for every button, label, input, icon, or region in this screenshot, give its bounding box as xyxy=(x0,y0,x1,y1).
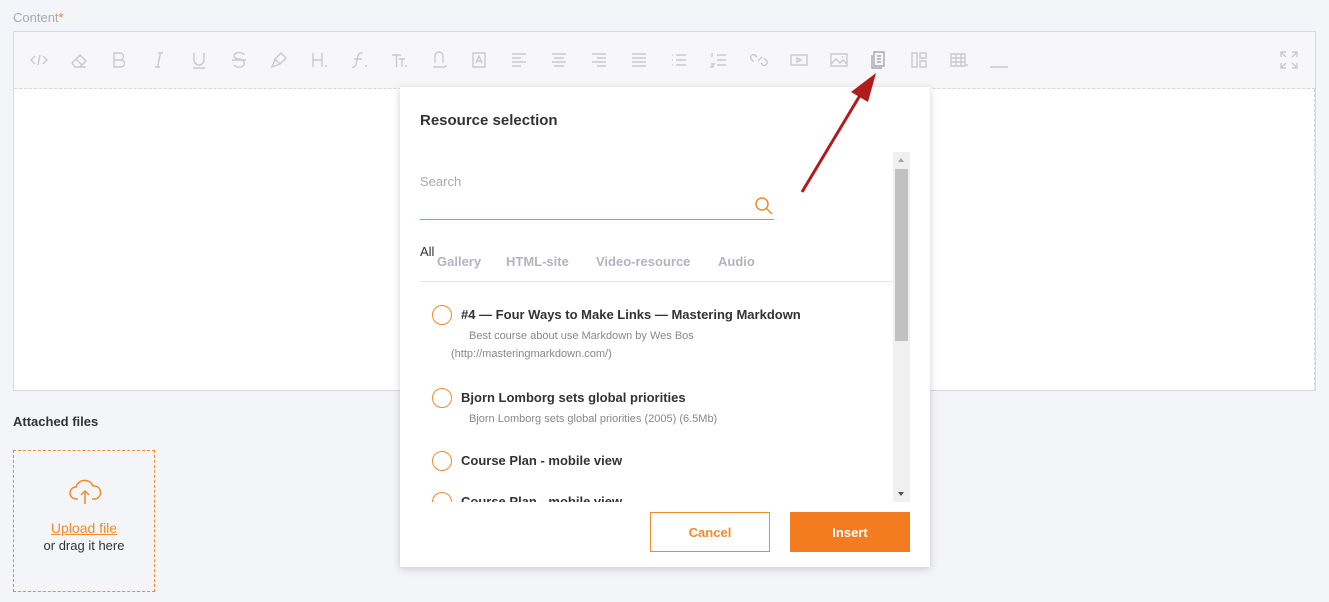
scrollbar[interactable] xyxy=(893,152,910,502)
file-dropzone[interactable]: Upload file or drag it here xyxy=(13,450,155,592)
tab-gallery[interactable]: Gallery xyxy=(437,254,481,269)
numbered-list-icon[interactable] xyxy=(709,50,729,70)
video-icon[interactable] xyxy=(789,50,809,70)
underline-icon[interactable] xyxy=(189,50,209,70)
code-view-icon[interactable] xyxy=(29,50,49,70)
font-size-icon[interactable] xyxy=(389,50,409,70)
resource-url: (http://masteringmarkdown.com/) xyxy=(451,348,612,360)
drag-hint-text: or drag it here xyxy=(43,538,125,553)
eraser-icon[interactable] xyxy=(69,50,89,70)
search-icon[interactable] xyxy=(754,196,774,216)
insert-button[interactable]: Insert xyxy=(790,512,910,552)
content-label-text: Content xyxy=(13,10,59,25)
cancel-button[interactable]: Cancel xyxy=(650,512,770,552)
italic-icon[interactable] xyxy=(149,50,169,70)
scroll-up-icon[interactable] xyxy=(893,152,910,167)
resource-description: Bjorn Lomborg sets global priorities (20… xyxy=(469,413,718,425)
radio-button[interactable] xyxy=(432,388,452,408)
align-right-icon[interactable] xyxy=(589,50,609,70)
table-icon[interactable] xyxy=(949,50,969,70)
align-left-icon[interactable] xyxy=(509,50,529,70)
cloud-upload-icon xyxy=(68,477,102,507)
resource-list-scroll-area[interactable]: Search All Gallery HTML-site Video-resou… xyxy=(400,152,910,502)
attached-files-title: Attached files xyxy=(13,414,99,429)
bullet-list-icon[interactable] xyxy=(669,50,689,70)
text-color-icon[interactable] xyxy=(429,50,449,70)
resource-title: Course Plan - mobile view xyxy=(461,453,623,468)
upload-file-link[interactable]: Upload file xyxy=(14,520,154,536)
search-input[interactable] xyxy=(420,192,774,220)
radio-button[interactable] xyxy=(432,451,452,471)
resource-icon[interactable] xyxy=(869,50,889,70)
horizontal-rule-icon[interactable] xyxy=(989,50,1009,70)
bold-icon[interactable] xyxy=(109,50,129,70)
background-color-icon[interactable] xyxy=(469,50,489,70)
resource-description: Best course about use Markdown by Wes Bo… xyxy=(469,330,694,342)
radio-button[interactable] xyxy=(432,305,452,325)
scroll-down-icon[interactable] xyxy=(893,487,910,502)
link-icon[interactable] xyxy=(749,50,769,70)
resource-type-tabs: All Gallery HTML-site Video-resource Aud… xyxy=(420,240,893,282)
image-icon[interactable] xyxy=(829,50,849,70)
tab-html-site[interactable]: HTML-site xyxy=(506,254,569,269)
dialog-title: Resource selection xyxy=(420,112,558,129)
resource-title: #4 — Four Ways to Make Links — Mastering… xyxy=(461,307,801,322)
strikethrough-icon[interactable] xyxy=(229,50,249,70)
tab-video-resource[interactable]: Video-resource xyxy=(596,254,690,269)
resource-title: Course Plan - mobile view xyxy=(461,494,623,502)
content-label: Content* xyxy=(13,10,64,25)
editor-toolbar xyxy=(14,32,1315,89)
required-mark: * xyxy=(58,10,64,25)
align-center-icon[interactable] xyxy=(549,50,569,70)
paint-brush-icon[interactable] xyxy=(269,50,289,70)
template-icon[interactable] xyxy=(909,50,929,70)
tab-audio[interactable]: Audio xyxy=(718,254,755,269)
resource-title: Bjorn Lomborg sets global priorities xyxy=(461,390,686,405)
heading-icon[interactable] xyxy=(309,50,329,70)
fullscreen-icon[interactable] xyxy=(1279,50,1299,70)
justify-icon[interactable] xyxy=(629,50,649,70)
annotation-arrow-icon xyxy=(800,73,876,193)
font-family-icon[interactable] xyxy=(349,50,369,70)
tab-all[interactable]: All xyxy=(420,244,434,259)
search-label: Search xyxy=(420,174,462,189)
scroll-thumb[interactable] xyxy=(895,169,908,341)
radio-button[interactable] xyxy=(432,492,452,502)
